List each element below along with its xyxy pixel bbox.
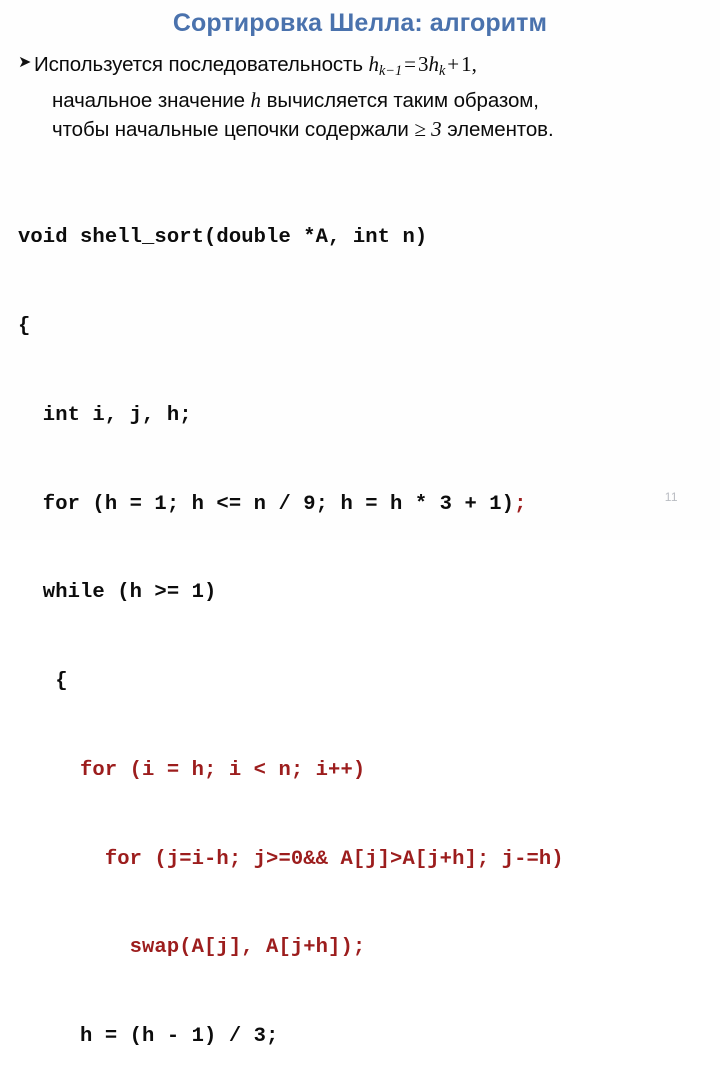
- title-area: Сортировка Шелла: алгоритм: [0, 8, 720, 38]
- bullet-marker-icon: ➤: [18, 52, 32, 71]
- slide-number: 11: [664, 490, 678, 504]
- bullet-line-2-variable: h: [250, 87, 262, 112]
- page-title: Сортировка Шелла: алгоритм: [172, 9, 548, 37]
- bullet-block: ➤ Используется последовательность hk−1=3…: [16, 50, 710, 144]
- code-line: void shell_sort(double *A, int n): [18, 226, 428, 250]
- bullet-line-2-post: вычисляется таким образом,: [261, 88, 539, 112]
- formula-sequence: hk−1=3hk+1,: [368, 52, 477, 79]
- formula-lhs-base: h: [368, 52, 380, 76]
- code-line: for (i = h; i < n; i++): [18, 758, 366, 782]
- code-line: for (h = 1; h <= n / 9; h = h * 3 + 1);: [18, 490, 718, 520]
- slide-canvas: Сортировка Шелла: алгоритм ➤ Используетс…: [0, 0, 720, 1048]
- code-line-red-semicolon: ;: [514, 492, 527, 516]
- formula-plus: +: [447, 52, 460, 76]
- bullet-line-3-pre: чтобы начальные цепочки содержали: [52, 117, 415, 141]
- bullet-line-3-post: элементов.: [441, 117, 554, 141]
- code-listing: void shell_sort(double *A, int n) { int …: [18, 164, 718, 1080]
- code-line: int i, j, h;: [18, 403, 192, 427]
- bullet-line-3-geq-sign: ≥: [414, 116, 426, 141]
- bullet-line-1-text: Используется последовательность: [34, 53, 369, 76]
- formula-equals: =: [404, 52, 416, 76]
- bullet-line-2: начальное значение h вычисляется таким о…: [52, 86, 710, 115]
- code-line: {: [18, 314, 31, 338]
- formula-constant: 1: [461, 52, 472, 76]
- code-line: h = (h - 1) / 3;: [18, 1025, 279, 1049]
- formula-coefficient: 3: [417, 52, 429, 76]
- formula-rhs-base: h: [428, 52, 439, 76]
- formula-trailing-comma: ,: [471, 52, 477, 76]
- formula-lhs-sub: k−1: [379, 62, 403, 79]
- code-line-text: for (h = 1; h <= n / 9; h = h * 3 + 1): [18, 492, 515, 516]
- code-line: while (h >= 1): [18, 581, 217, 605]
- bullet-line-2-pre: начальное значение: [52, 88, 251, 112]
- code-line: {: [18, 670, 68, 694]
- bullet-paragraph: Используется последовательность hk−1=3hk…: [34, 50, 710, 144]
- bullet-line-3: чтобы начальные цепочки содержали ≥ 3 эл…: [52, 115, 710, 144]
- bullet-line-1: Используется последовательность hk−1=3hk…: [34, 50, 710, 86]
- code-line: swap(A[j], A[j+h]);: [18, 936, 366, 960]
- bullet-list-item: ➤ Используется последовательность hk−1=3…: [16, 50, 710, 144]
- code-line: for (j=i-h; j>=0&& A[j]>A[j+h]; j-=h): [18, 847, 564, 871]
- bullet-line-3-number: 3: [425, 116, 442, 141]
